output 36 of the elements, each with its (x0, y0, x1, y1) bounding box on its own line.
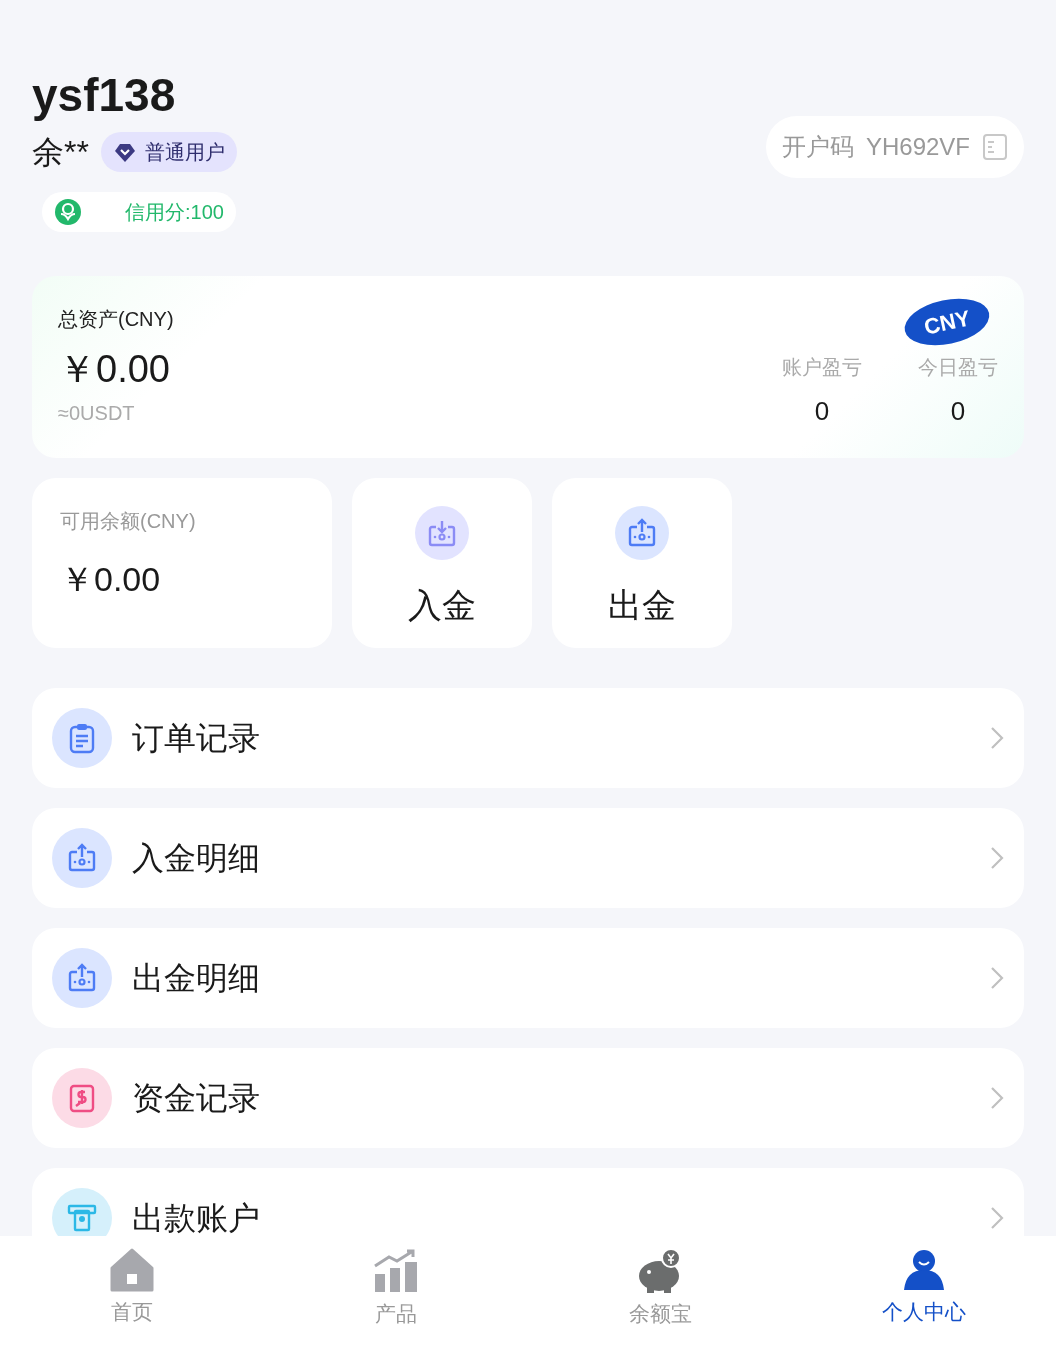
chevron-right-icon (990, 966, 1004, 990)
chevron-right-icon (990, 846, 1004, 870)
bar-chart-icon (373, 1248, 419, 1294)
menu-item[interactable]: 资金记录 (32, 1048, 1024, 1148)
stat-label: 账户盈亏 (782, 355, 862, 380)
menu-item[interactable]: 出款账户 (32, 1168, 1024, 1236)
atm-icon (66, 1202, 98, 1234)
deposit-button[interactable]: 入金 (352, 478, 532, 648)
available-balance-amount: ￥0.00 (60, 559, 162, 600)
copy-icon[interactable] (982, 133, 1008, 161)
total-assets-label: 总资产(CNY) (58, 307, 174, 332)
tab-bar-item[interactable]: 个人中心 (792, 1236, 1056, 1346)
home-icon (110, 1248, 154, 1292)
account-code-label: 开户码 (781, 132, 854, 162)
withdraw-icon (66, 962, 98, 994)
withdraw-icon (66, 842, 98, 874)
withdraw-button[interactable]: 出金 (552, 478, 732, 648)
real-name: 余** (32, 133, 89, 172)
menu-item[interactable]: 出金明细 (32, 928, 1024, 1028)
chevron-right-icon (990, 1086, 1004, 1110)
chevron-right-icon (990, 1206, 1004, 1230)
usdt-amount: ≈0USDT (58, 401, 136, 426)
stat-label: 今日盈亏 (918, 355, 998, 380)
credit-score-badge: 信用分:100 (42, 192, 236, 232)
available-balance-label: 可用余额(CNY) (60, 509, 197, 534)
stat-value: 0 (814, 395, 830, 428)
total-assets-amount: ￥0.00 (58, 347, 171, 392)
menu-item[interactable]: 订单记录 (32, 688, 1024, 788)
chevron-right-icon (990, 726, 1004, 750)
withdraw-icon (626, 517, 658, 549)
stat-value: 0 (950, 395, 966, 428)
menu-item[interactable]: 入金明细 (32, 808, 1024, 908)
account-code: YH692VF (865, 132, 970, 162)
user-level-badge: 普通用户 (100, 132, 237, 172)
person-icon (902, 1248, 946, 1292)
username: ysf138 (32, 68, 177, 123)
